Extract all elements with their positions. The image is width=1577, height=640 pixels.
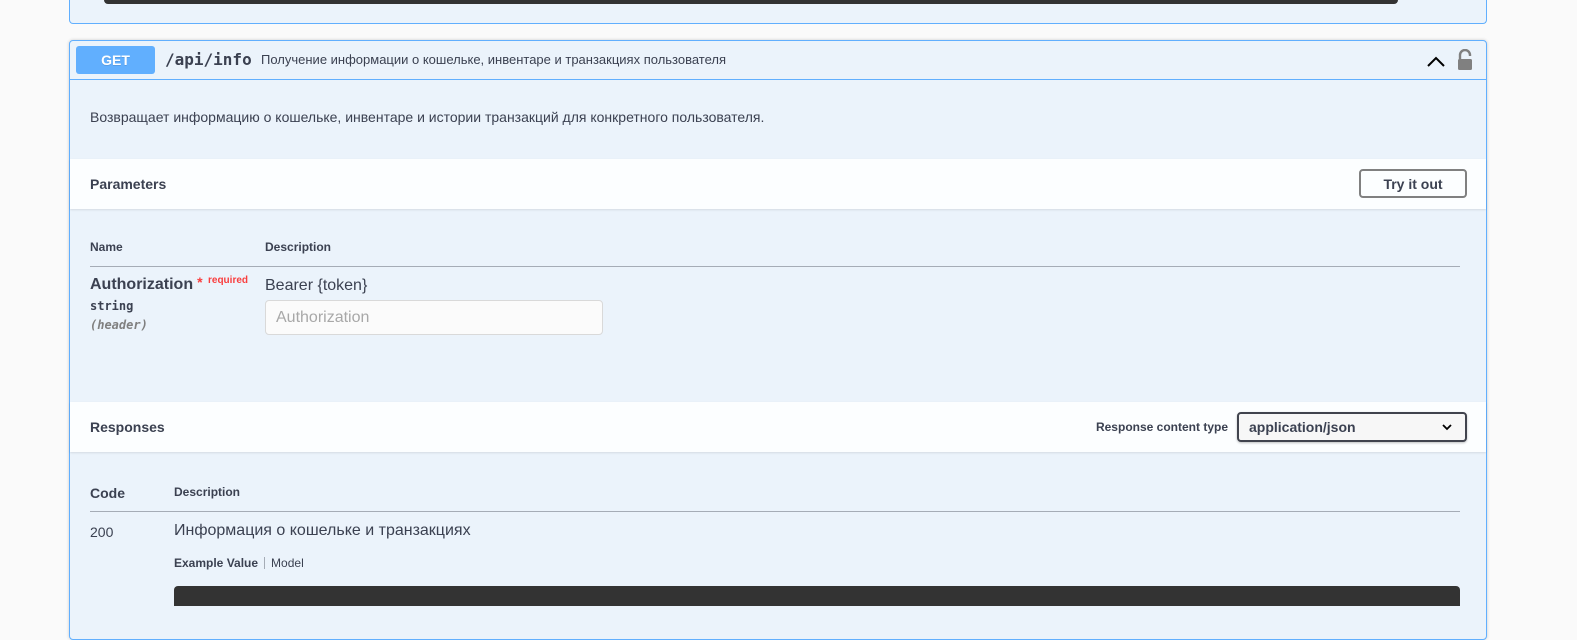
responses-divider xyxy=(90,511,1460,512)
tab-model[interactable]: Model xyxy=(271,556,304,570)
responses-title: Responses xyxy=(90,419,165,435)
operation-path: /api/info xyxy=(165,50,252,69)
authorization-input[interactable] xyxy=(265,300,603,335)
operation-block-get-api-info: GET /api/info Получение информации о кош… xyxy=(69,40,1487,640)
example-tabs: Example Value Model xyxy=(174,556,304,570)
column-header-code: Code xyxy=(90,485,125,501)
tab-separator xyxy=(264,557,266,569)
operation-summary[interactable]: GET /api/info Получение информации о кош… xyxy=(70,41,1486,80)
parameters-divider xyxy=(90,266,1460,267)
operation-description: Возвращает информацию о кошельке, инвент… xyxy=(90,109,765,125)
tab-example-value[interactable]: Example Value xyxy=(174,556,258,570)
chevron-up-icon[interactable] xyxy=(1426,53,1446,69)
response-content-type-select[interactable]: application/json xyxy=(1237,412,1467,442)
example-code-block xyxy=(174,586,1460,606)
chevron-down-icon xyxy=(1442,424,1452,431)
parameter-name: Authorization * xyxy=(90,274,203,293)
parameter-description: Bearer {token} xyxy=(265,277,368,294)
required-star: * xyxy=(197,274,203,290)
column-header-response-description: Description xyxy=(174,485,241,499)
method-badge: GET xyxy=(76,46,155,74)
response-content-type-label: Response content type xyxy=(1095,420,1228,434)
response-description: Информация о кошельке и транзакциях xyxy=(174,522,471,539)
parameter-location: (header) xyxy=(90,318,148,332)
content-type-value: application/json xyxy=(1249,419,1356,435)
previous-code-block xyxy=(104,0,1398,4)
try-it-out-button[interactable]: Try it out xyxy=(1359,169,1467,198)
column-header-name: Name xyxy=(90,240,123,254)
column-header-description: Description xyxy=(265,240,332,254)
parameters-header: Parameters Try it out xyxy=(70,159,1486,209)
parameters-title: Parameters xyxy=(90,176,167,192)
unlocked-lock-icon[interactable] xyxy=(1456,49,1474,71)
required-label: required xyxy=(208,275,249,286)
responses-header: Responses Response content type applicat… xyxy=(70,402,1486,452)
operation-summary-text: Получение информации о кошельке, инвента… xyxy=(261,52,727,67)
response-code: 200 xyxy=(90,524,114,540)
parameter-type: string xyxy=(90,299,134,313)
